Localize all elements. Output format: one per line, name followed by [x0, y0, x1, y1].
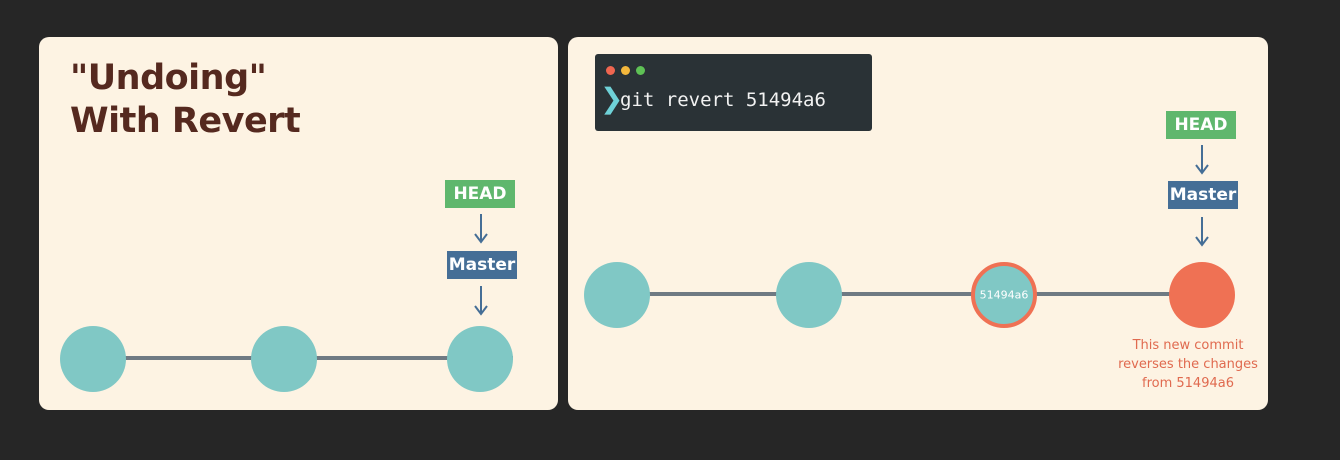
- down-arrow-icon: [474, 214, 488, 244]
- maximize-dot-icon: [636, 66, 645, 75]
- commit-node-new: [1169, 262, 1235, 328]
- title-line-1: "Undoing": [70, 58, 267, 98]
- left-panel: "Undoing" With Revert HEAD Master: [39, 37, 558, 410]
- commit-node-reverted: 51494a6: [971, 262, 1037, 328]
- panel-title: "Undoing" With Revert: [70, 57, 301, 143]
- master-tag: Master: [447, 251, 517, 279]
- commit-node-3: [447, 326, 513, 392]
- right-panel: ❯ git revert 51494a6 51494a6 HEAD Master…: [568, 37, 1268, 410]
- commit-node-2: [776, 262, 842, 328]
- close-dot-icon: [606, 66, 615, 75]
- commit-node-1: [60, 326, 126, 392]
- terminal-command: git revert 51494a6: [620, 89, 826, 111]
- head-tag: HEAD: [445, 180, 515, 208]
- caption-line-1: This new commit: [1132, 338, 1244, 353]
- caption-line-3: from 51494a6: [1142, 376, 1234, 391]
- down-arrow-icon: [1195, 217, 1209, 247]
- minimize-dot-icon: [621, 66, 630, 75]
- commit-line: [617, 292, 1202, 296]
- head-tag: HEAD: [1166, 111, 1236, 139]
- new-commit-caption: This new commit reverses the changes fro…: [1108, 336, 1268, 393]
- commit-node-1: [584, 262, 650, 328]
- caption-line-2: reverses the changes: [1118, 357, 1258, 372]
- master-tag: Master: [1168, 181, 1238, 209]
- down-arrow-icon: [1195, 145, 1209, 175]
- down-arrow-icon: [474, 286, 488, 316]
- terminal-window: ❯ git revert 51494a6: [595, 54, 872, 131]
- commit-node-2: [251, 326, 317, 392]
- commit-hash-label: 51494a6: [979, 288, 1029, 302]
- title-line-2: With Revert: [70, 101, 301, 141]
